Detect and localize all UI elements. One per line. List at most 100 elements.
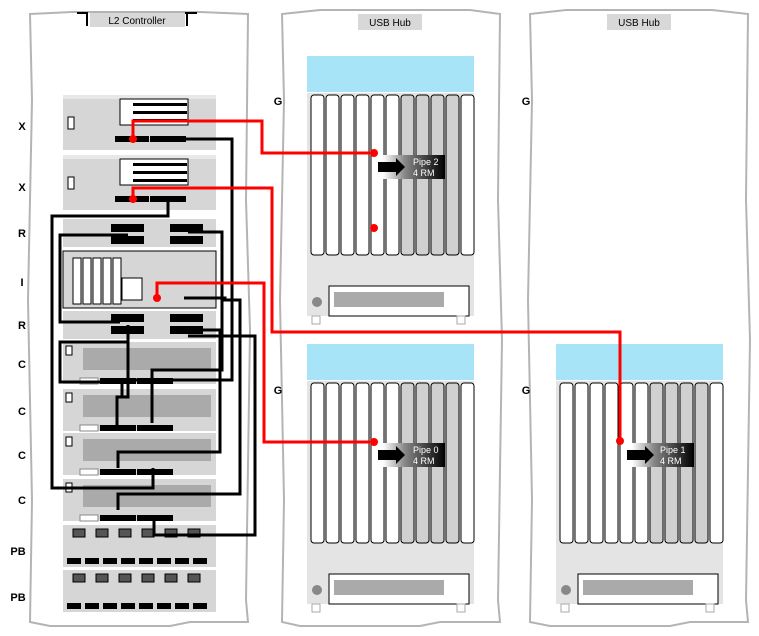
outlet-bottom — [121, 603, 135, 609]
graphics-brick — [556, 344, 724, 613]
graphics-card — [370, 382, 385, 544]
outlet — [118, 528, 132, 538]
pci-slot — [72, 257, 82, 305]
graphics-card — [709, 382, 724, 544]
outlet-bottom — [139, 558, 153, 564]
card — [133, 179, 187, 182]
outlet — [118, 573, 132, 583]
pipe-rm: 4 RM — [413, 456, 435, 466]
slot-label: R — [18, 320, 26, 332]
outlet — [95, 573, 109, 583]
graphics-top-panel — [556, 344, 723, 380]
outlet-bottom — [67, 558, 81, 564]
graphics-card — [445, 94, 460, 256]
graphics-card — [310, 94, 325, 256]
graphics-bricks — [307, 56, 724, 613]
outlet — [141, 573, 155, 583]
power-button — [312, 585, 322, 595]
xbrick — [63, 155, 216, 210]
outlet — [72, 528, 86, 538]
brick-panel — [83, 395, 211, 417]
drive — [334, 580, 444, 595]
graphics-card — [694, 382, 709, 544]
slot-label: PB — [10, 592, 25, 604]
brick-top — [63, 155, 216, 159]
rack-title: L2 Controller — [108, 16, 166, 27]
graphics-card — [355, 94, 370, 256]
cbrick — [63, 433, 216, 476]
slot-label: C — [18, 495, 26, 507]
slot-label: C — [18, 359, 26, 371]
foot — [456, 603, 466, 613]
slot-label: X — [18, 121, 26, 133]
pci-slot — [92, 257, 102, 305]
pipe-rm: 4 RM — [660, 456, 682, 466]
cbrick — [63, 479, 216, 522]
graphics-card — [445, 382, 460, 544]
outlet-bottom — [193, 603, 207, 609]
red-connector — [153, 294, 161, 302]
router-port — [170, 314, 203, 322]
connector — [67, 116, 75, 130]
foot — [311, 603, 321, 613]
foot — [456, 315, 466, 325]
outlet-bottom — [139, 603, 153, 609]
outlet-bottom — [157, 558, 171, 564]
port-outline — [79, 514, 99, 522]
red-connector — [129, 195, 137, 203]
outlet-bottom — [157, 603, 171, 609]
outlet-bottom — [193, 558, 207, 564]
slot-labels: X X R I R C C C C PB PB — [10, 121, 26, 604]
rack-title: USB Hub — [618, 18, 660, 29]
outlet — [95, 528, 109, 538]
port — [137, 469, 173, 475]
system-cabling-diagram: L2 Controller USB Hub USB Hub X X R I R … — [10, 9, 752, 627]
power-button — [561, 585, 571, 595]
rack-title: USB Hub — [369, 18, 411, 29]
graphics-card — [460, 382, 475, 544]
power-button — [312, 297, 322, 307]
pipe-name: Pipe 1 — [660, 445, 686, 455]
graphics-card — [604, 382, 619, 544]
power-bay — [63, 570, 216, 612]
outlet — [72, 573, 86, 583]
cbrick — [63, 342, 216, 385]
graphics-card — [340, 382, 355, 544]
graphics-card — [325, 382, 340, 544]
outlet-bottom — [103, 558, 117, 564]
port-outline — [79, 468, 99, 476]
outlet-bottom — [121, 558, 135, 564]
pci-slot — [82, 257, 92, 305]
red-connector — [370, 438, 378, 446]
red-connector — [370, 149, 378, 157]
router-port — [170, 236, 203, 244]
outlet — [164, 573, 178, 583]
pci-slot — [102, 257, 112, 305]
graphics-label: G — [274, 385, 283, 397]
drive — [583, 580, 693, 595]
graphics-card — [340, 94, 355, 256]
red-connector — [616, 437, 624, 445]
outlet-bottom — [85, 558, 99, 564]
graphics-card — [619, 382, 634, 544]
brick-panel — [83, 348, 211, 370]
foot — [705, 603, 715, 613]
red-connector — [370, 224, 378, 232]
slot-label: C — [18, 406, 26, 418]
outlet — [141, 528, 155, 538]
router-port — [111, 224, 144, 232]
pipe-label-2: Pipe 2 4 RM — [378, 155, 445, 179]
indicator — [65, 345, 73, 356]
outlet-bottom — [175, 558, 189, 564]
red-connector — [129, 135, 137, 143]
foot — [560, 603, 570, 613]
graphics-card — [325, 94, 340, 256]
slot-label: X — [18, 182, 26, 194]
graphics-card — [355, 382, 370, 544]
pipe-rm: 4 RM — [413, 168, 435, 178]
io-module — [121, 277, 143, 301]
port-outline — [79, 424, 99, 432]
graphics-label: G — [522, 96, 531, 108]
outlet-bottom — [175, 603, 189, 609]
pipe-name: Pipe 2 — [413, 157, 439, 167]
